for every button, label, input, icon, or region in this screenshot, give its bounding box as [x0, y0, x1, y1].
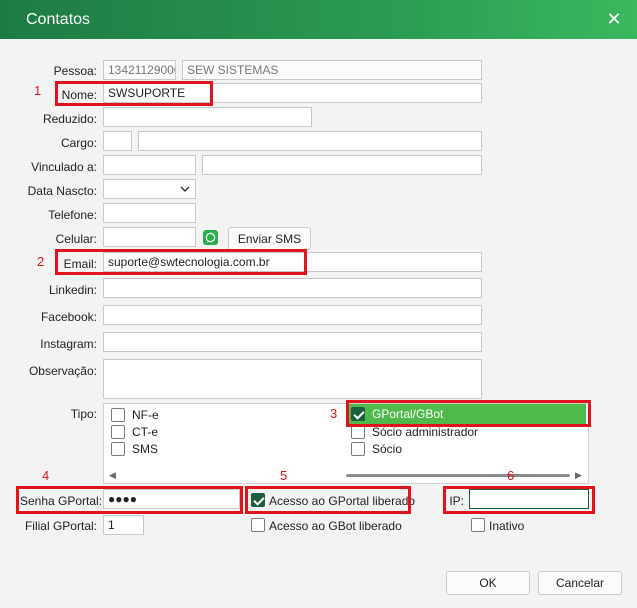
vinculado-label: Vinculado a:	[31, 160, 97, 174]
annotation-box-nome	[55, 81, 213, 106]
data-nascto-label: Data Nascto:	[27, 184, 97, 198]
inativo-label: Inativo	[489, 519, 525, 533]
scroll-right-icon[interactable]: ▶	[575, 470, 582, 481]
cargo-code-field[interactable]	[103, 131, 132, 151]
filial-gportal-label: Filial GPortal:	[24, 519, 97, 533]
telefone-label: Telefone:	[48, 208, 97, 222]
inativo-checkbox[interactable]	[471, 518, 485, 532]
annotation-box-gportal	[346, 400, 591, 427]
whatsapp-icon[interactable]	[203, 230, 218, 245]
observacao-label: Observação:	[28, 364, 97, 378]
acesso-gbot-checkbox[interactable]	[251, 518, 265, 532]
scroll-left-icon[interactable]: ◀	[109, 470, 116, 481]
ok-button[interactable]: OK	[446, 571, 530, 595]
cancel-button[interactable]: Cancelar	[538, 571, 622, 595]
cargo-label: Cargo:	[60, 136, 97, 150]
facebook-label: Facebook:	[40, 310, 97, 324]
acesso-gbot-label: Acesso ao GBot liberado	[269, 519, 402, 533]
chevron-down-icon[interactable]	[180, 182, 190, 196]
reduzido-label: Reduzido:	[42, 112, 97, 126]
annotation-5: 5	[280, 468, 288, 483]
annotation-box-email	[55, 249, 307, 275]
pessoa-label: Pessoa:	[53, 64, 97, 78]
telefone-field[interactable]	[103, 203, 196, 223]
reduzido-field[interactable]	[103, 107, 312, 127]
tipo-sms-label: SMS	[132, 442, 159, 456]
instagram-field[interactable]	[103, 332, 482, 352]
tipo-nfe-checkbox[interactable]	[111, 408, 125, 422]
tipo-cte-label: CT-e	[132, 425, 159, 439]
tipo-cte-checkbox[interactable]	[111, 425, 125, 439]
vinculado-field[interactable]	[202, 155, 482, 175]
pessoa-name-field[interactable]: SEW SISTEMAS	[182, 60, 482, 80]
facebook-field[interactable]	[103, 305, 482, 325]
annotation-box-ip	[443, 486, 595, 514]
celular-label: Celular:	[55, 232, 97, 246]
tipo-socio-admin-checkbox[interactable]	[351, 425, 365, 439]
annotation-box-senha	[16, 486, 243, 514]
tipo-socio-checkbox[interactable]	[351, 442, 365, 456]
annotation-3: 3	[330, 406, 338, 421]
cargo-field[interactable]	[138, 131, 482, 151]
annotation-6: 6	[507, 468, 515, 483]
tipo-socio-admin-label: Sócio administrador	[372, 425, 479, 439]
window-title: Contatos	[26, 11, 91, 28]
filial-gportal-field[interactable]: 1	[103, 515, 144, 535]
vinculado-code-field[interactable]	[103, 155, 196, 175]
linkedin-label: Linkedin:	[48, 283, 97, 297]
tipo-socio-label: Sócio	[372, 442, 403, 456]
tipo-label: Tipo:	[70, 407, 97, 421]
enviar-sms-button[interactable]: Enviar SMS	[228, 227, 311, 250]
close-icon[interactable]: ✕	[604, 9, 624, 29]
linkedin-field[interactable]	[103, 278, 482, 298]
annotation-4: 4	[42, 468, 50, 483]
title-bar: Contatos ✕	[0, 0, 637, 39]
celular-field[interactable]	[103, 227, 196, 247]
scrollbar-thumb[interactable]	[346, 474, 570, 477]
annotation-box-acesso	[245, 486, 411, 514]
observacao-field[interactable]	[103, 359, 482, 399]
pessoa-code-field[interactable]: 13421129000	[103, 60, 176, 80]
tipo-sms-checkbox[interactable]	[111, 442, 125, 456]
instagram-label: Instagram:	[40, 337, 97, 351]
tipo-nfe-label: NF-e	[132, 408, 159, 422]
